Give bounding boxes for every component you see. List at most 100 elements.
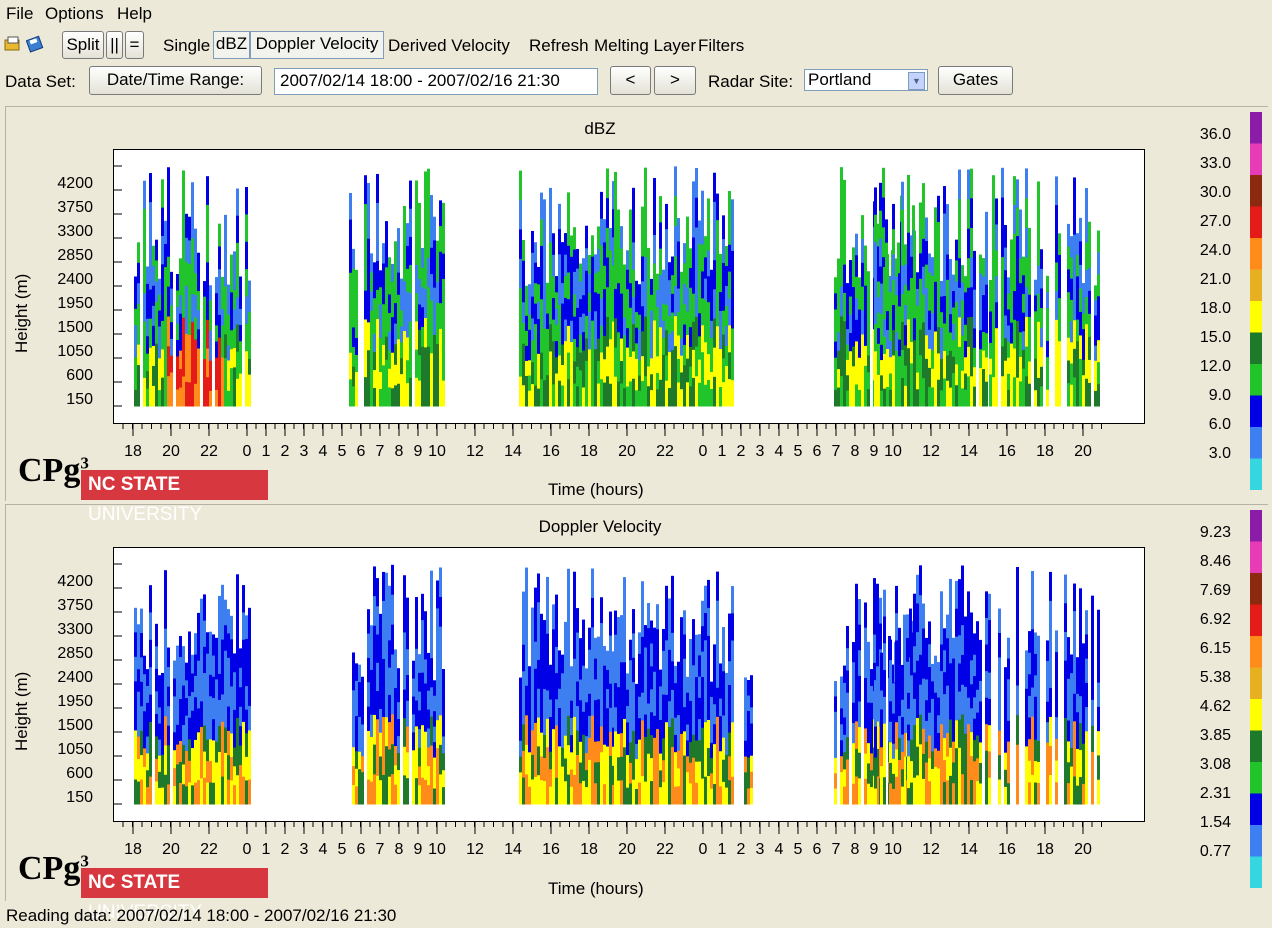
heatmap-cell: [626, 367, 629, 388]
heatmap-cell: [576, 706, 579, 732]
heatmap-cell: [1028, 250, 1031, 273]
heatmap-cell: [1025, 346, 1028, 377]
heatmap-cell: [531, 252, 534, 276]
menu-help[interactable]: Help: [117, 4, 152, 24]
heatmap-cell: [382, 629, 385, 660]
heatmap-cell: [409, 321, 412, 351]
heatmap-cell: [992, 377, 995, 407]
heatmap-cell: [656, 290, 659, 308]
heatmap-cell: [861, 358, 864, 383]
open-folder-icon[interactable]: [4, 35, 22, 53]
heatmap-cell: [840, 226, 843, 258]
heatmap-cell: [671, 256, 674, 276]
heatmap-cell: [549, 682, 552, 701]
heatmap-cell: [641, 636, 644, 666]
heatmap-cell: [1085, 215, 1088, 244]
filters-button[interactable]: Filters: [698, 36, 744, 56]
heatmap-cell: [236, 660, 239, 690]
heatmap-cell: [867, 271, 870, 289]
heatmap-cell: [528, 683, 531, 702]
derived-velocity-toggle[interactable]: Derived Velocity: [388, 36, 510, 56]
heatmap-cell: [1004, 247, 1007, 271]
heatmap-cell: [191, 294, 194, 323]
heatmap-cell: [722, 781, 725, 805]
heatmap-cell: [597, 226, 600, 250]
horizontal-split-button[interactable]: =: [125, 31, 144, 59]
single-toggle[interactable]: Single: [163, 36, 210, 56]
heatmap-cell: [638, 329, 641, 346]
previous-button[interactable]: <: [610, 66, 651, 95]
radar-site-select[interactable]: Portland ▼: [804, 69, 928, 91]
dbz-toggle[interactable]: dBZ: [213, 31, 250, 59]
save-disk-icon[interactable]: [26, 35, 44, 53]
heatmap-cell: [239, 292, 242, 310]
heatmap-cell: [626, 689, 629, 707]
heatmap-cell: [415, 597, 418, 624]
heatmap-cell: [725, 672, 728, 690]
gates-button[interactable]: Gates: [938, 66, 1013, 95]
heatmap-cell: [158, 342, 161, 359]
heatmap-cell: [653, 649, 656, 673]
heatmap-cell: [176, 705, 179, 726]
menu-file[interactable]: File: [6, 4, 33, 24]
heatmap-cell: [418, 355, 421, 382]
heatmap-cell: [744, 756, 747, 773]
next-button[interactable]: >: [654, 66, 696, 95]
heatmap-cell: [846, 359, 849, 376]
vertical-split-button[interactable]: ||: [106, 31, 123, 59]
x-tick-label: 10: [428, 443, 446, 460]
menu-bar: File Options Help: [0, 0, 1272, 28]
heatmap-cell: [1037, 782, 1040, 805]
refresh-button[interactable]: Refresh: [529, 36, 589, 56]
heatmap-cell: [519, 317, 522, 348]
heatmap-cell: [713, 684, 716, 705]
heatmap-cell: [722, 358, 725, 383]
heatmap-cell: [719, 273, 722, 293]
heatmap-cell: [967, 199, 970, 230]
heatmap-cell: [400, 310, 403, 327]
heatmap-cell: [704, 640, 707, 669]
chevron-down-icon[interactable]: ▼: [908, 72, 925, 90]
split-button[interactable]: Split: [62, 31, 104, 59]
heatmap-cell: [442, 736, 445, 754]
heatmap-cell: [1004, 224, 1007, 249]
heatmap-cell: [1034, 279, 1037, 297]
heatmap-cell: [412, 732, 415, 751]
heatmap-cell: [531, 730, 534, 756]
heatmap-cell: [632, 242, 635, 271]
heatmap-cell: [985, 777, 988, 805]
heatmap-cell: [903, 638, 906, 663]
heatmap-cell: [206, 761, 209, 784]
date-range-field[interactable]: 2007/02/14 18:00 - 2007/02/16 21:30: [274, 68, 598, 95]
heatmap-cell: [227, 706, 230, 732]
heatmap-cell: [940, 280, 943, 298]
heatmap-cell: [394, 688, 397, 708]
heatmap-cell: [167, 376, 170, 407]
heatmap-cell: [236, 188, 239, 217]
heatmap-cell: [585, 383, 588, 407]
menu-options[interactable]: Options: [45, 4, 104, 24]
heatmap-cell: [889, 292, 892, 309]
heatmap-cell: [531, 318, 534, 341]
heatmap-cell: [415, 293, 418, 322]
heatmap-cell: [728, 244, 731, 273]
heatmap-cell: [907, 348, 910, 378]
heatmap-cell: [588, 330, 591, 350]
heatmap-cell: [919, 227, 922, 254]
heatmap-cell: [1082, 763, 1085, 785]
heatmap-cell: [606, 227, 609, 259]
heatmap-cell: [892, 698, 895, 715]
heatmap-cell: [716, 745, 719, 776]
heatmap-cell: [206, 291, 209, 321]
heatmap-cell: [406, 314, 409, 338]
doppler-velocity-toggle[interactable]: Doppler Velocity: [250, 31, 384, 59]
heatmap-cell: [704, 776, 707, 805]
heatmap-cell: [555, 673, 558, 700]
heatmap-cell: [534, 283, 537, 305]
heatmap-cell: [1040, 308, 1043, 329]
heatmap-cell: [164, 745, 167, 776]
heatmap-cell: [919, 565, 922, 596]
melting-layer-button[interactable]: Melting Layer: [594, 36, 696, 56]
heatmap-cell: [209, 717, 212, 740]
date-time-range-button[interactable]: Date/Time Range:: [89, 66, 262, 95]
